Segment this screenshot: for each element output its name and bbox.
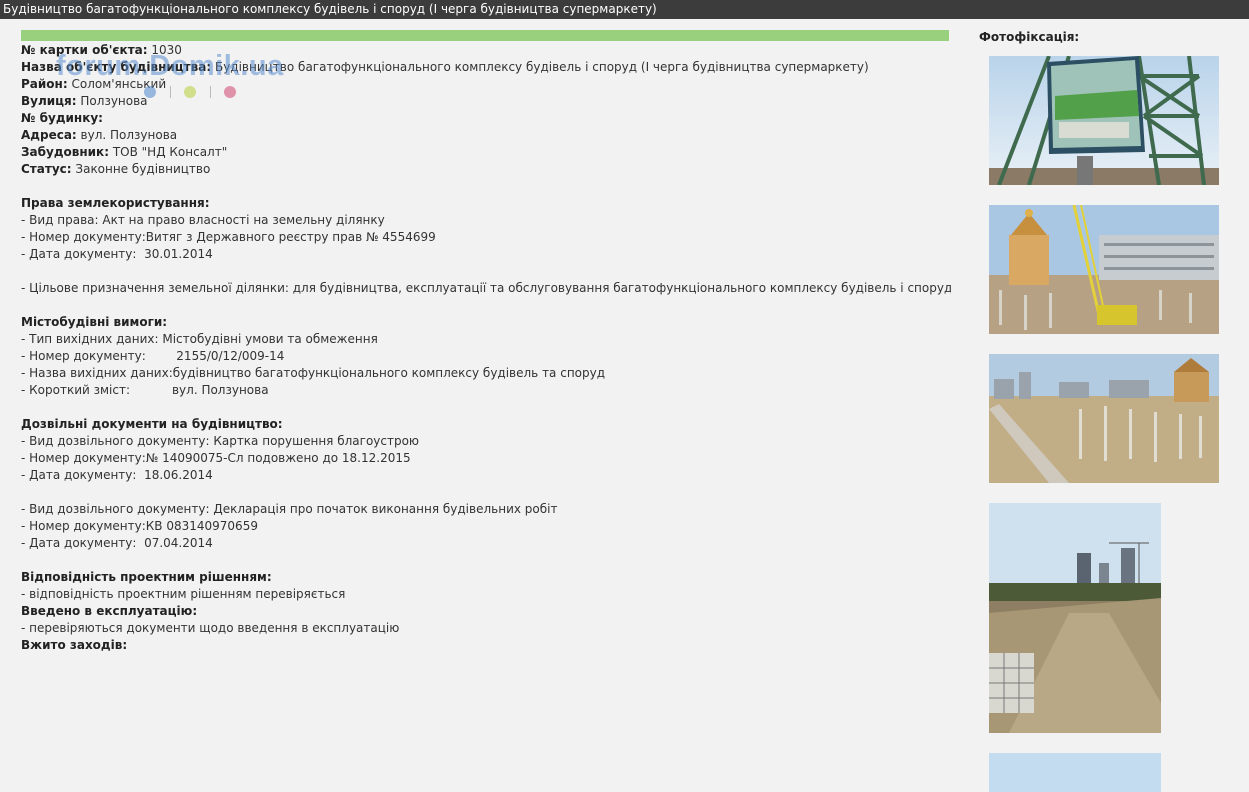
- street-row: Вулиця: Ползунова: [21, 93, 951, 110]
- permits-heading: Дозвільні документи на будівництво:: [21, 416, 951, 433]
- site-highrise-photo: [989, 503, 1161, 733]
- photo-thumbnail-5[interactable]: [989, 753, 1161, 792]
- photo-thumbnail-1[interactable]: [989, 56, 1219, 185]
- house-row: № будинку:: [21, 110, 951, 127]
- compliance-heading-text: Відповідність проектним рішенням:: [21, 570, 272, 584]
- developer-label: Забудовник:: [21, 145, 109, 159]
- commission-heading-text: Введено в експлуатацію:: [21, 604, 198, 618]
- urban-summary: - Короткий зміст: вул. Ползунова: [21, 383, 269, 397]
- photo-thumbnail-4[interactable]: [989, 503, 1161, 733]
- permit2-number: - Номер документу:КВ 083140970659: [21, 519, 258, 533]
- land-heading: Права землекористування:: [21, 195, 951, 212]
- foundation-piles-photo: [989, 354, 1219, 483]
- land-doc-date: - Дата документу: 30.01.2014: [21, 247, 213, 261]
- card-number-row: № картки об'єкта: 1030: [21, 42, 951, 59]
- billboard-photo: [989, 56, 1219, 185]
- photos-title: Фотофіксація:: [979, 30, 1080, 44]
- photo-thumbnail-3[interactable]: [989, 354, 1219, 483]
- compliance-heading: Відповідність проектним рішенням:: [21, 569, 951, 586]
- measures-heading: Вжито заходів:: [21, 637, 951, 654]
- urban-heading-text: Містобудівні вимоги:: [21, 315, 168, 329]
- urban-source-type: - Тип вихідних даних: Містобудівні умови…: [21, 332, 378, 346]
- address-label: Адреса:: [21, 128, 77, 142]
- photo-thumbnail-2[interactable]: [989, 205, 1219, 334]
- developer-row: Забудовник: ТОВ "НД Консалт": [21, 144, 951, 161]
- developer-value: ТОВ "НД Консалт": [112, 145, 228, 159]
- permit1-type: - Вид дозвільного документу: Картка пору…: [21, 434, 420, 448]
- urban-doc-number: - Номер документу: 2155/0/12/009-14: [21, 349, 285, 363]
- object-name-row: Назва об'єкту будівництва: Будівництво б…: [21, 59, 951, 76]
- status-label: Статус:: [21, 162, 72, 176]
- house-label: № будинку:: [21, 111, 103, 125]
- permit2-type: - Вид дозвільного документу: Декларація …: [21, 502, 558, 516]
- permit1-number: - Номер документу:№ 14090075-Сл подовжен…: [21, 451, 411, 465]
- object-name-label: Назва об'єкту будівництва:: [21, 60, 212, 74]
- commission-heading: Введено в експлуатацію:: [21, 603, 951, 620]
- district-row: Район: Солом'янський: [21, 76, 951, 93]
- district-value: Солом'янський: [71, 77, 167, 91]
- street-label: Вулиця:: [21, 94, 77, 108]
- permit2-date: - Дата документу: 07.04.2014: [21, 536, 213, 550]
- permit1-date: - Дата документу: 18.06.2014: [21, 468, 213, 482]
- address-value: вул. Ползунова: [80, 128, 178, 142]
- land-doc-number: - Номер документу:Витяг з Державного реє…: [21, 230, 436, 244]
- street-value: Ползунова: [80, 94, 148, 108]
- district-label: Район:: [21, 77, 68, 91]
- land-heading-text: Права землекористування:: [21, 196, 210, 210]
- compliance-text: - відповідність проектним рішенням перев…: [21, 587, 346, 601]
- urban-source-name: - Назва вихідних даних:будівництво багат…: [21, 366, 606, 380]
- land-purpose: - Цільове призначення земельної ділянки:…: [21, 281, 951, 295]
- window-title: Будівництво багатофункціонального компле…: [0, 0, 1249, 19]
- permits-heading-text: Дозвільні документи на будівництво:: [21, 417, 283, 431]
- site-sky-photo: [989, 753, 1161, 792]
- status-value: Законне будівництво: [75, 162, 211, 176]
- commission-text: - перевіряються документи щодо введення …: [21, 621, 400, 635]
- construction-church-photo: [989, 205, 1219, 334]
- land-right-type: - Вид права: Акт на право власності на з…: [21, 213, 385, 227]
- header-color-bar: [21, 30, 949, 41]
- card-number-value: 1030: [151, 43, 182, 57]
- object-name-value: Будівництво багатофункціонального компле…: [214, 60, 869, 74]
- address-row: Адреса: вул. Ползунова: [21, 127, 951, 144]
- card-number-label: № картки об'єкта:: [21, 43, 148, 57]
- measures-heading-text: Вжито заходів:: [21, 638, 128, 652]
- urban-heading: Містобудівні вимоги:: [21, 314, 951, 331]
- object-info: № картки об'єкта: 1030 Назва об'єкту буд…: [21, 42, 951, 654]
- status-row: Статус: Законне будівництво: [21, 161, 951, 178]
